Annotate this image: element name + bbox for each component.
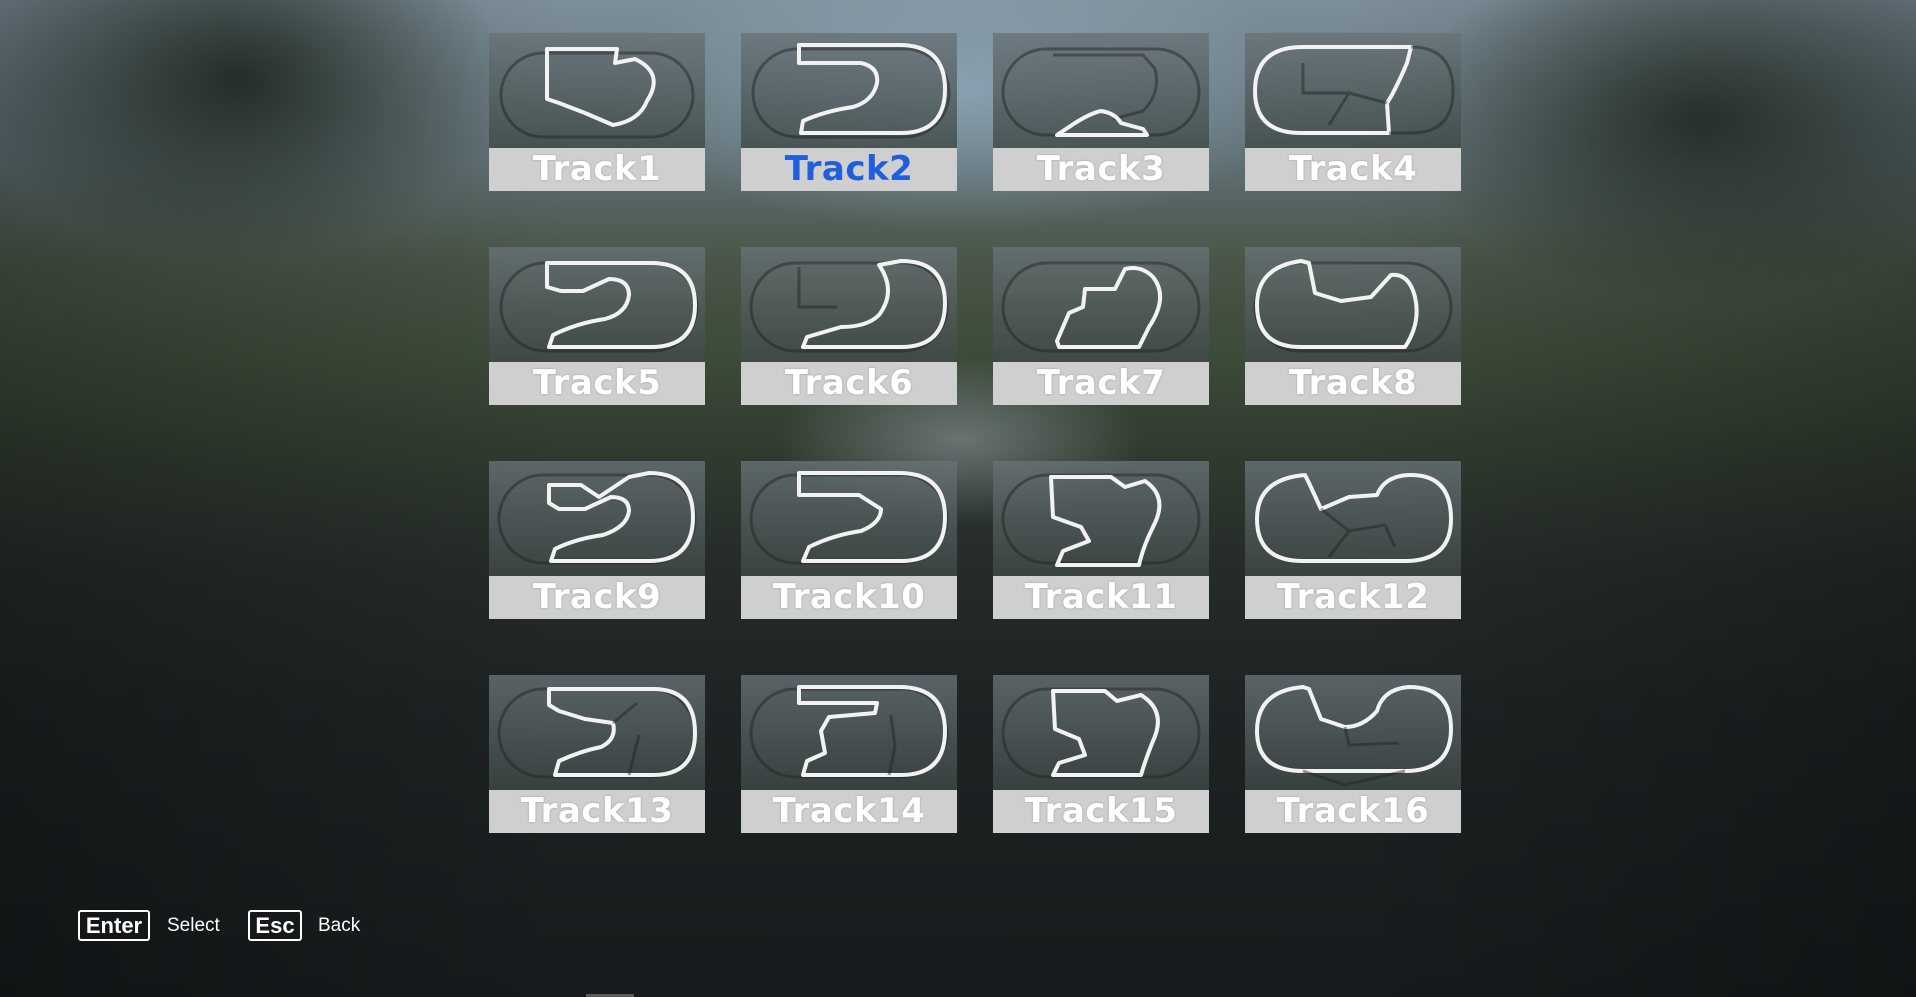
- track-tile-9[interactable]: Track9: [489, 461, 705, 619]
- track-thumbnail-14: [741, 675, 957, 790]
- track-label-10: Track10: [741, 576, 957, 619]
- track-map-icon: [1001, 473, 1201, 567]
- track-label-5: Track5: [489, 362, 705, 405]
- track-tile-1[interactable]: Track1: [489, 33, 705, 191]
- track-tile-2[interactable]: Track2: [741, 33, 957, 191]
- track-thumbnail-15: [993, 675, 1209, 790]
- track-label-3: Track3: [993, 148, 1209, 191]
- track-map-icon: [499, 47, 695, 139]
- track-thumbnail-3: [993, 33, 1209, 148]
- esc-key-badge: Esc: [248, 910, 302, 941]
- track-thumbnail-12: [1245, 461, 1461, 576]
- track-map-icon: [751, 43, 951, 139]
- track-tile-10[interactable]: Track10: [741, 461, 957, 619]
- track-thumbnail-2: [741, 33, 957, 148]
- track-tile-13[interactable]: Track13: [489, 675, 705, 833]
- track-map-icon: [749, 685, 949, 779]
- track-thumbnail-7: [993, 247, 1209, 362]
- track-thumbnail-10: [741, 461, 957, 576]
- track-tile-15[interactable]: Track15: [993, 675, 1209, 833]
- track-thumbnail-4: [1245, 33, 1461, 148]
- back-hint-label: Back: [318, 915, 361, 936]
- track-label-11: Track11: [993, 576, 1209, 619]
- track-tile-16[interactable]: Track16: [1245, 675, 1461, 833]
- select-hint-label: Select: [167, 915, 220, 936]
- track-tile-3[interactable]: Track3: [993, 33, 1209, 191]
- track-label-12: Track12: [1245, 576, 1461, 619]
- track-thumbnail-16: [1245, 675, 1461, 790]
- track-tile-14[interactable]: Track14: [741, 675, 957, 833]
- track-tile-4[interactable]: Track4: [1245, 33, 1461, 191]
- track-label-4: Track4: [1245, 148, 1461, 191]
- track-map-icon: [497, 687, 697, 779]
- track-map-icon: [1001, 261, 1201, 353]
- track-label-16: Track16: [1245, 790, 1461, 833]
- track-map-icon: [1255, 685, 1453, 787]
- track-thumbnail-8: [1245, 247, 1461, 362]
- track-map-icon: [1001, 47, 1201, 137]
- track-tile-7[interactable]: Track7: [993, 247, 1209, 405]
- track-label-1: Track1: [489, 148, 705, 191]
- track-thumbnail-9: [489, 461, 705, 576]
- track-label-14: Track14: [741, 790, 957, 833]
- track-map-icon: [499, 261, 699, 353]
- track-label-2: Track2: [741, 148, 957, 191]
- track-thumbnail-1: [489, 33, 705, 148]
- track-thumbnail-11: [993, 461, 1209, 576]
- track-map-icon: [749, 259, 949, 353]
- track-label-13: Track13: [489, 790, 705, 833]
- track-label-6: Track6: [741, 362, 957, 405]
- track-tile-5[interactable]: Track5: [489, 247, 705, 405]
- track-thumbnail-5: [489, 247, 705, 362]
- enter-key-badge: Enter: [78, 910, 150, 941]
- track-map-icon: [749, 471, 949, 565]
- track-tile-12[interactable]: Track12: [1245, 461, 1461, 619]
- track-label-8: Track8: [1245, 362, 1461, 405]
- track-map-icon: [1255, 473, 1453, 563]
- track-map-icon: [1253, 259, 1453, 353]
- track-label-15: Track15: [993, 790, 1209, 833]
- track-map-icon: [1001, 687, 1201, 779]
- blurred-race-background: [0, 0, 1916, 997]
- track-map-icon: [1253, 45, 1455, 135]
- track-map-icon: [497, 471, 697, 565]
- track-label-7: Track7: [993, 362, 1209, 405]
- track-tile-6[interactable]: Track6: [741, 247, 957, 405]
- track-tile-8[interactable]: Track8: [1245, 247, 1461, 405]
- track-thumbnail-6: [741, 247, 957, 362]
- track-tile-11[interactable]: Track11: [993, 461, 1209, 619]
- track-label-9: Track9: [489, 576, 705, 619]
- track-thumbnail-13: [489, 675, 705, 790]
